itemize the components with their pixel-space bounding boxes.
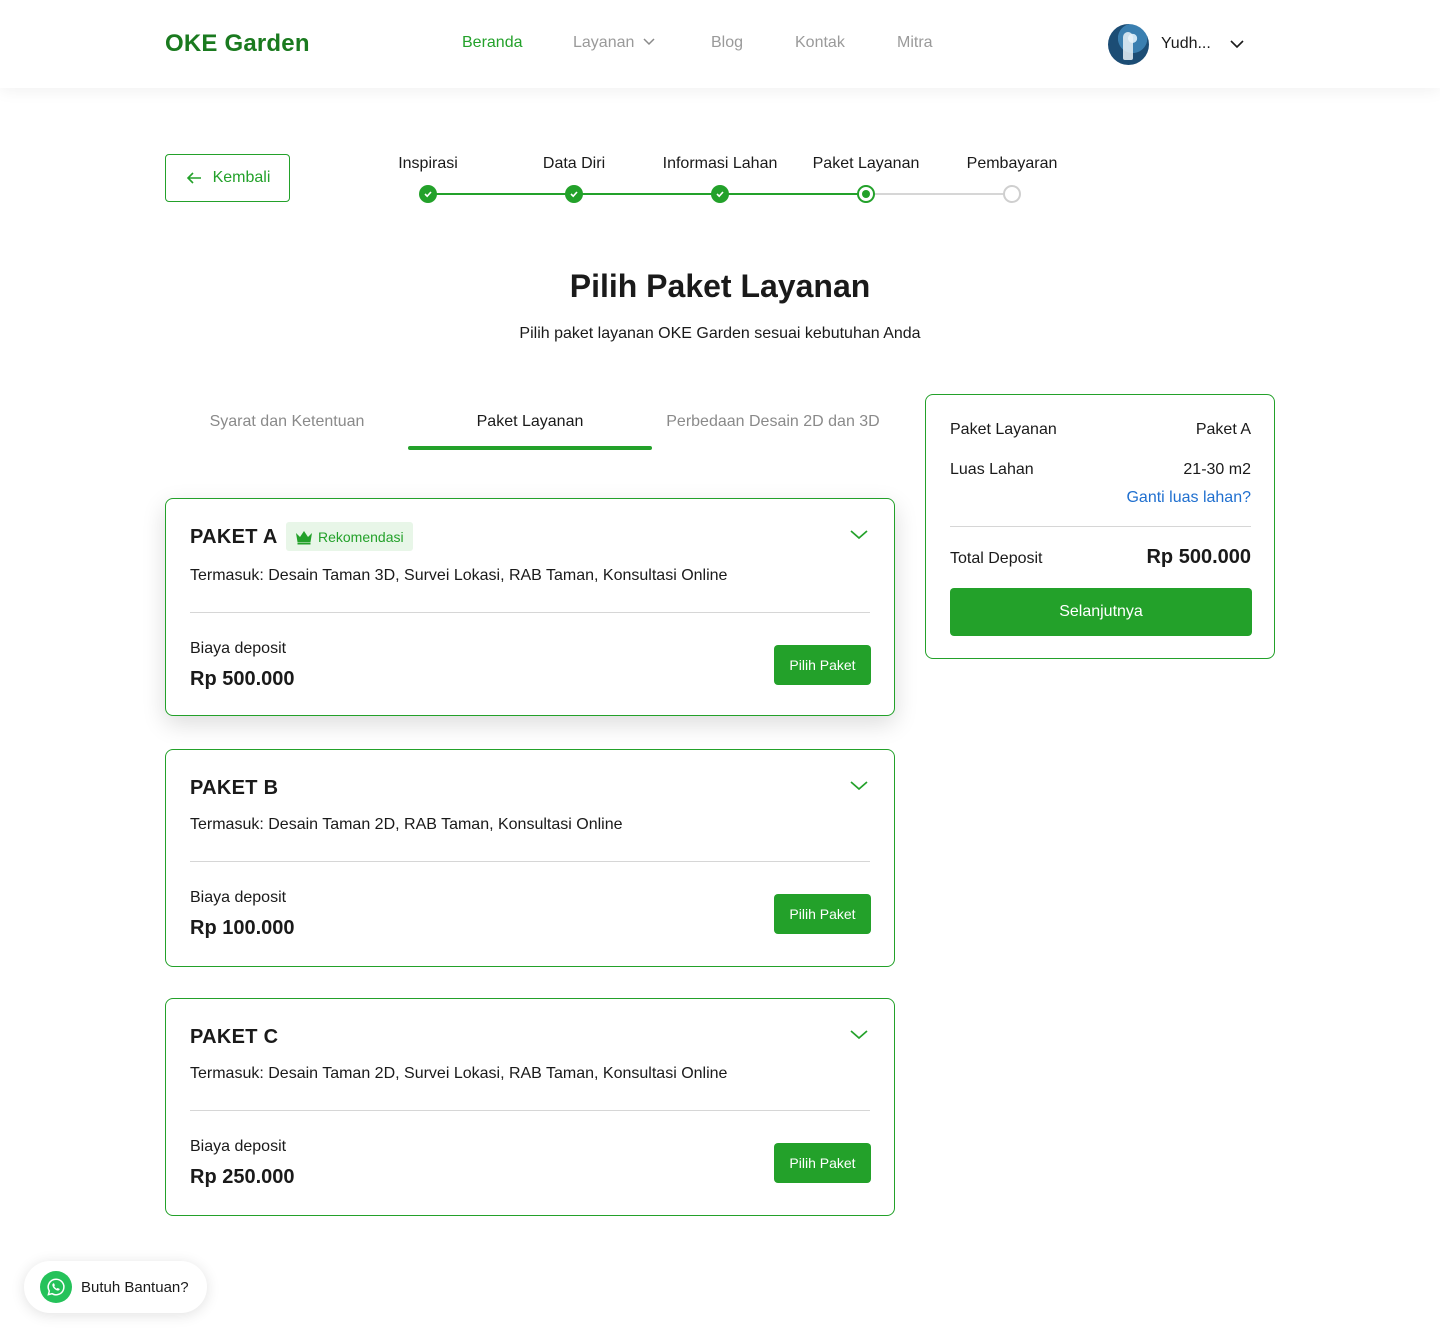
tab-syarat-dan-ketentuan[interactable]: Syarat dan Ketentuan xyxy=(210,413,365,431)
summary-divider xyxy=(950,526,1251,527)
nav-item-kontak[interactable]: Kontak xyxy=(795,34,845,52)
package-name: PAKET A xyxy=(190,526,278,548)
package-includes: Termasuk: Desain Taman 3D, Survei Lokasi… xyxy=(190,567,728,584)
chevron-down-icon[interactable] xyxy=(848,776,870,794)
step-line-complete xyxy=(428,193,866,195)
active-tab-indicator xyxy=(408,446,652,450)
whatsapp-icon xyxy=(40,1271,72,1303)
summary-total-value: Rp 500.000 xyxy=(1146,546,1251,568)
nav-item-layanan-label: Layanan xyxy=(573,34,635,51)
check-icon xyxy=(570,191,578,198)
avatar xyxy=(1108,23,1149,65)
summary-area-value: 21-30 m2 xyxy=(1183,461,1251,478)
package-card-c: PAKET C Termasuk: Desain Taman 2D, Surve… xyxy=(165,998,895,1216)
logo-text: OKE Garden xyxy=(165,30,310,57)
package-price: Rp 250.000 xyxy=(190,1166,295,1188)
step-label-data-diri: Data Diri xyxy=(542,155,606,172)
summary-package-label: Paket Layanan xyxy=(950,421,1057,438)
back-button[interactable]: Kembali xyxy=(165,154,290,202)
step-dot-data-diri xyxy=(565,185,583,203)
package-includes: Termasuk: Desain Taman 2D, Survei Lokasi… xyxy=(190,1065,728,1082)
step-dot-pembayaran xyxy=(1003,185,1021,203)
summary-package-value: Paket A xyxy=(1195,421,1251,438)
recommended-badge: Rekomendasi xyxy=(286,522,413,551)
package-card-a: PAKET A Rekomendasi Termasuk: Desain Tam… xyxy=(165,498,895,716)
tab-paket-layanan[interactable]: Paket Layanan xyxy=(477,413,584,431)
check-icon xyxy=(716,191,724,198)
order-summary: Paket Layanan Paket A Luas Lahan 21-30 m… xyxy=(925,394,1275,659)
chevron-down-icon xyxy=(643,38,655,45)
user-menu[interactable]: Yudh... xyxy=(1108,23,1245,65)
summary-total-label: Total Deposit xyxy=(950,550,1043,567)
price-label: Biaya deposit xyxy=(190,640,287,657)
top-navbar: OKE Garden Beranda Layanan Blog Kontak M… xyxy=(0,0,1440,88)
chevron-down-icon[interactable] xyxy=(848,525,870,543)
tab-perbedaan-desain[interactable]: Perbedaan Desain 2D dan 3D xyxy=(666,413,879,431)
chevron-down-icon[interactable] xyxy=(848,1025,870,1043)
step-label-pembayaran: Pembayaran xyxy=(966,155,1058,172)
back-button-label: Kembali xyxy=(212,169,271,186)
package-includes: Termasuk: Desain Taman 2D, RAB Taman, Ko… xyxy=(190,816,623,833)
check-icon xyxy=(424,191,432,198)
user-name: Yudh... xyxy=(1161,35,1211,52)
crown-icon xyxy=(296,530,312,544)
card-divider xyxy=(190,612,870,613)
price-label: Biaya deposit xyxy=(190,1138,287,1155)
page-subtitle: Pilih paket layanan OKE Garden sesuai ke… xyxy=(519,325,921,342)
step-label-informasi-lahan: Informasi Lahan xyxy=(662,155,778,172)
price-label: Biaya deposit xyxy=(190,889,287,906)
package-price: Rp 100.000 xyxy=(190,917,295,939)
card-divider xyxy=(190,861,870,862)
step-dot-inspirasi xyxy=(419,185,437,203)
package-card-b: PAKET B Termasuk: Desain Taman 2D, RAB T… xyxy=(165,749,895,967)
step-label-inspirasi: Inspirasi xyxy=(398,155,458,172)
pick-package-b-button[interactable]: Pilih Paket xyxy=(774,894,871,934)
help-label: Butuh Bantuan? xyxy=(81,1278,189,1296)
change-area-link[interactable]: Ganti luas lahan? xyxy=(1126,489,1251,507)
step-line-pending xyxy=(866,193,1012,195)
arrow-left-icon xyxy=(186,172,201,184)
package-price: Rp 500.000 xyxy=(190,668,295,690)
step-dot-informasi-lahan xyxy=(711,185,729,203)
pick-package-c-button[interactable]: Pilih Paket xyxy=(774,1143,871,1183)
nav-item-mitra[interactable]: Mitra xyxy=(897,34,933,52)
chevron-down-icon xyxy=(1230,40,1244,49)
logo[interactable]: OKE Garden xyxy=(165,30,310,58)
pick-package-a-button[interactable]: Pilih Paket xyxy=(774,645,871,685)
help-button[interactable]: Butuh Bantuan? xyxy=(24,1261,207,1313)
recommended-badge-label: Rekomendasi xyxy=(318,528,404,545)
nav-item-blog[interactable]: Blog xyxy=(711,34,743,52)
nav-item-beranda[interactable]: Beranda xyxy=(462,34,523,52)
summary-area-label: Luas Lahan xyxy=(950,461,1034,478)
package-name: PAKET C xyxy=(190,1026,279,1048)
nav-item-layanan[interactable]: Layanan xyxy=(573,34,656,52)
next-button[interactable]: Selanjutnya xyxy=(950,588,1252,636)
step-dot-paket-layanan xyxy=(857,185,875,203)
whatsapp-glyph xyxy=(47,1278,65,1296)
page-title: Pilih Paket Layanan xyxy=(569,268,871,304)
package-name: PAKET B xyxy=(190,777,279,799)
card-divider xyxy=(190,1110,870,1111)
step-label-paket-layanan: Paket Layanan xyxy=(812,155,920,172)
